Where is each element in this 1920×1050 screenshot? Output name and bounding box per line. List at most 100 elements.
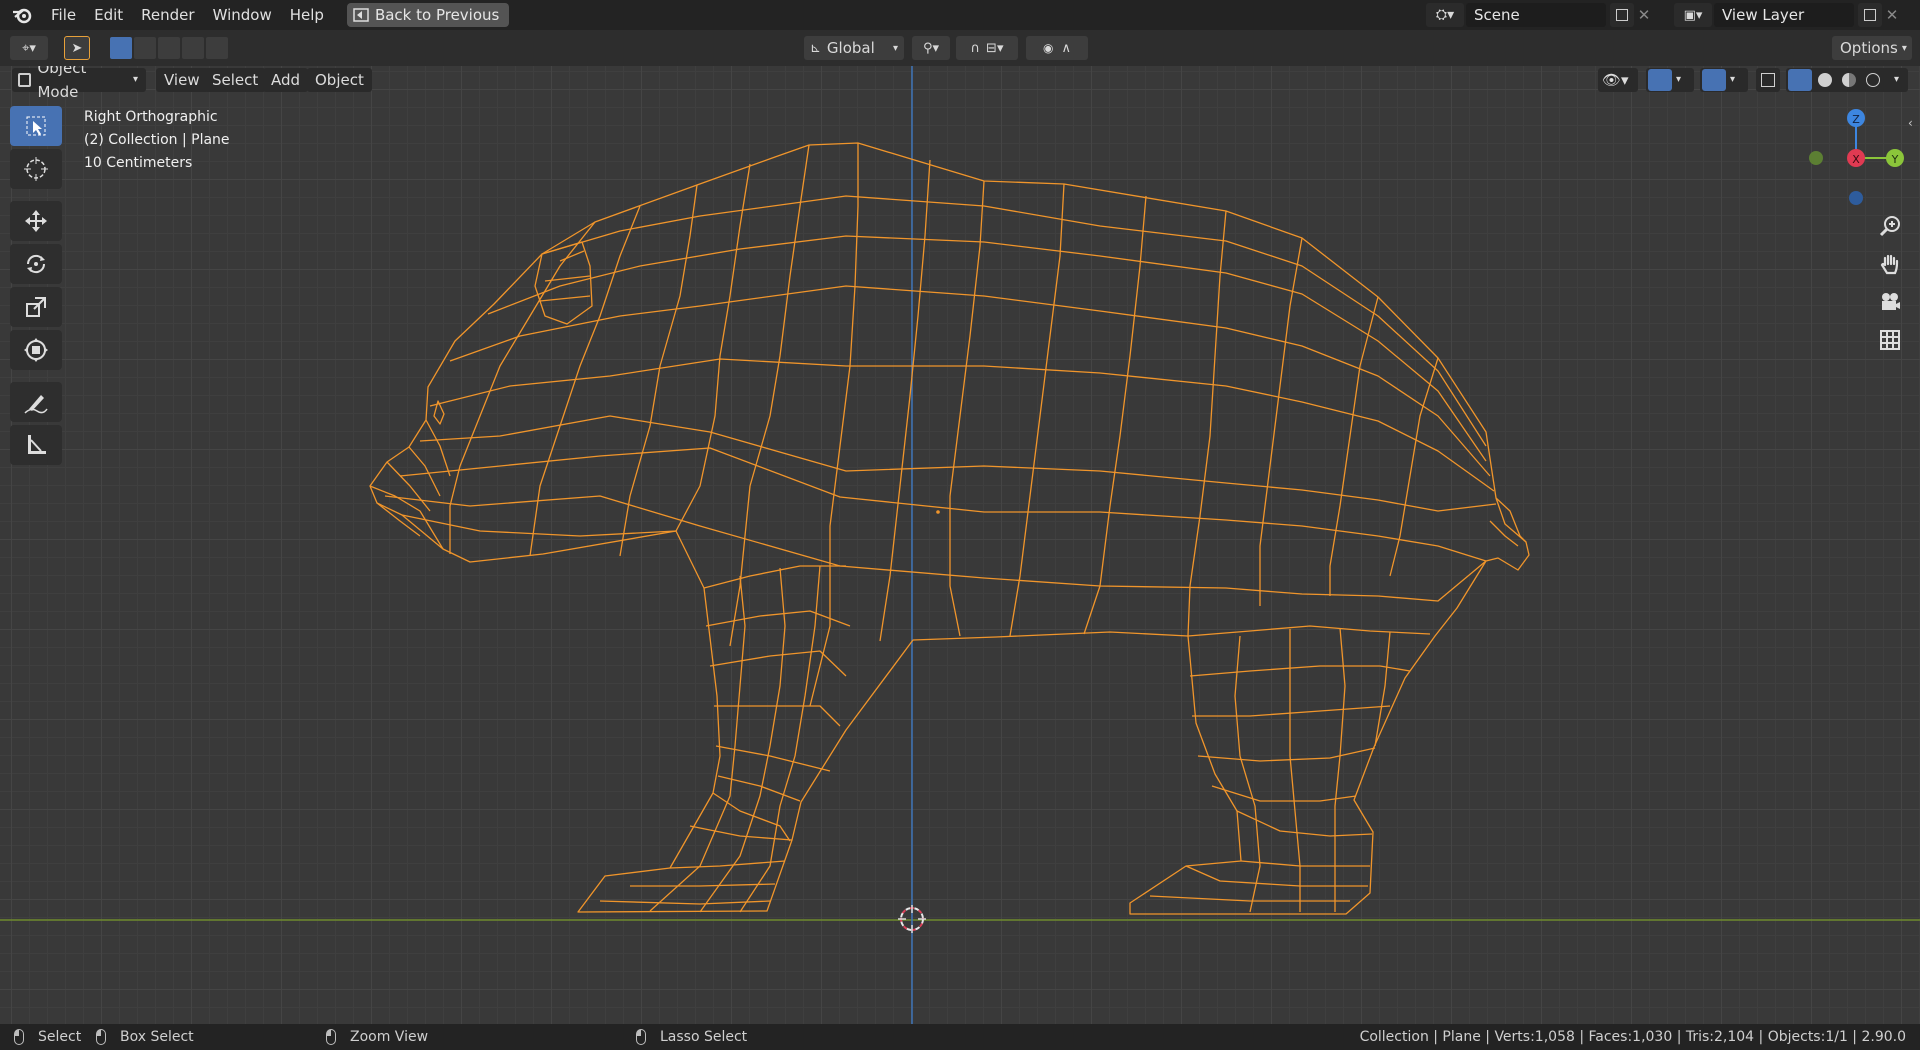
zoom-icon [1879, 216, 1900, 237]
cursor-icon [24, 157, 48, 181]
view-layer-icon: ▣▾ [1683, 7, 1703, 23]
mouse-middle-icon [326, 1029, 336, 1045]
blender-logo-icon[interactable] [10, 3, 34, 27]
annotate-icon [24, 395, 48, 414]
view-menu[interactable]: View [156, 68, 208, 92]
rotate-icon [26, 254, 46, 274]
grid-icon [1880, 330, 1900, 350]
mouse-drag-icon [96, 1029, 106, 1045]
menu-render[interactable]: Render [132, 0, 203, 30]
viewport-canvas [0, 66, 1920, 1024]
gizmo-neg-z-icon [1849, 191, 1863, 205]
pan-button[interactable] [1874, 248, 1906, 280]
collapse-sidebar-icon[interactable]: ‹ [1908, 116, 1913, 130]
select-menu[interactable]: Select [204, 68, 267, 92]
pivot-point-dropdown[interactable]: ⚲▾ [912, 36, 950, 60]
options-dropdown[interactable]: Options ▾ [1832, 36, 1912, 60]
shading-modes[interactable] [1786, 68, 1896, 92]
menu-window[interactable]: Window [204, 0, 281, 30]
view-layer-selector: ▣▾ View Layer ✕ [1674, 3, 1902, 27]
status-zoom-view: Zoom View [326, 1024, 428, 1050]
menu-file[interactable]: File [42, 0, 85, 30]
tool-rotate[interactable] [10, 244, 62, 284]
copy-icon [1616, 9, 1628, 21]
tool-scale[interactable] [10, 287, 62, 327]
scale-icon [26, 297, 46, 317]
gizmo-x-label: X [1852, 153, 1860, 166]
new-scene-button[interactable] [1610, 3, 1634, 27]
viewport-info: Right Orthographic (2) Collection | Plan… [84, 106, 230, 175]
back-icon [353, 8, 369, 22]
top-menu-bar: File Edit Render Window Help Back to Pre… [0, 0, 1920, 30]
select-extend-icon[interactable] [134, 37, 156, 59]
add-menu[interactable]: Add [263, 68, 309, 92]
wireframe-shading-icon[interactable] [1788, 69, 1812, 91]
menu-edit[interactable]: Edit [85, 0, 132, 30]
select-subtract-icon[interactable] [158, 37, 180, 59]
tool-select-box[interactable] [10, 106, 62, 146]
measure-icon [28, 435, 46, 454]
zoom-button[interactable] [1874, 210, 1906, 242]
gizmo-y-label: Y [1891, 153, 1899, 166]
orientation-icon: ⊾ [810, 40, 821, 56]
move-icon [25, 210, 47, 232]
menu-help[interactable]: Help [281, 0, 333, 30]
tool-move[interactable] [10, 201, 62, 241]
delete-view-layer-button[interactable]: ✕ [1882, 3, 1902, 27]
back-to-previous-button[interactable]: Back to Previous [346, 3, 510, 27]
new-view-layer-button[interactable] [1858, 3, 1882, 27]
select-intersect-icon[interactable] [206, 37, 228, 59]
origin-point [936, 510, 940, 514]
delete-scene-button[interactable]: ✕ [1634, 3, 1654, 27]
3d-viewport[interactable] [0, 66, 1920, 1024]
shading-options-dropdown[interactable]: ▾ [1890, 68, 1908, 92]
tool-annotate[interactable] [10, 382, 62, 422]
snapping-group[interactable]: ∩ ⊟▾ [956, 36, 1018, 60]
xray-icon [1761, 73, 1775, 87]
proportional-editing-group[interactable]: ◉ ∧ [1026, 36, 1088, 60]
visibility-dropdown[interactable]: 👁︎▾ [1598, 68, 1638, 92]
copy-icon [1864, 9, 1876, 21]
cursor-arrow-icon: ➤ [71, 40, 83, 56]
object-menu[interactable]: Object [307, 68, 372, 92]
overlays-toggle[interactable]: ▾ [1700, 68, 1748, 92]
status-box-select: Box Select [96, 1024, 194, 1050]
scene-icon: ⛭▾ [1435, 7, 1455, 23]
tool-transform[interactable] [10, 330, 62, 370]
gizmo-neg-y-icon [1809, 151, 1823, 165]
select-new-icon[interactable] [110, 37, 132, 59]
mouse-left-icon [14, 1029, 24, 1045]
scene-browse-button[interactable]: ⛭▾ [1426, 3, 1464, 27]
eye-icon: 👁︎▾ [1602, 71, 1629, 89]
camera-view-button[interactable] [1874, 286, 1906, 318]
xray-toggle[interactable] [1756, 68, 1780, 92]
transform-orientation-dropdown[interactable]: ⊾ Global ▾ [804, 36, 904, 60]
tool-measure[interactable] [10, 425, 62, 465]
options-label: Options [1840, 39, 1898, 57]
status-select-label: Select [38, 1029, 82, 1045]
editor-type-dropdown[interactable]: ⌖▾ [10, 36, 48, 60]
solid-shading-icon[interactable] [1818, 73, 1832, 87]
status-zoom-label: Zoom View [350, 1029, 429, 1045]
gizmo-toggle[interactable]: ▾ [1646, 68, 1694, 92]
magnet-icon: ∩ [970, 40, 981, 56]
close-icon: ✕ [1885, 6, 1899, 24]
view-layer-field[interactable]: View Layer [1714, 3, 1854, 27]
scene-selector: ⛭▾ Scene ✕ [1426, 3, 1654, 27]
status-lasso-label: Lasso Select [660, 1029, 748, 1045]
view-layer-browse-button[interactable]: ▣▾ [1674, 3, 1712, 27]
chevron-down-icon: ▾ [132, 74, 138, 85]
active-tool-indicator[interactable]: ➤ [64, 36, 90, 60]
material-shading-icon[interactable] [1842, 73, 1856, 87]
transform-icon [24, 338, 48, 362]
perspective-toggle[interactable] [1874, 324, 1906, 356]
rendered-shading-icon[interactable] [1866, 73, 1880, 87]
falloff-icon: ∧ [1061, 40, 1071, 56]
tool-cursor[interactable] [10, 149, 62, 189]
navigation-gizmo[interactable]: Z X Y [1800, 104, 1920, 214]
selection-mode-group [110, 36, 228, 60]
mesh-wireframe [369, 142, 1530, 915]
select-invert-icon[interactable] [182, 37, 204, 59]
scene-name-field[interactable]: Scene [1466, 3, 1606, 27]
mode-dropdown[interactable]: Object Mode ▾ [12, 59, 146, 101]
